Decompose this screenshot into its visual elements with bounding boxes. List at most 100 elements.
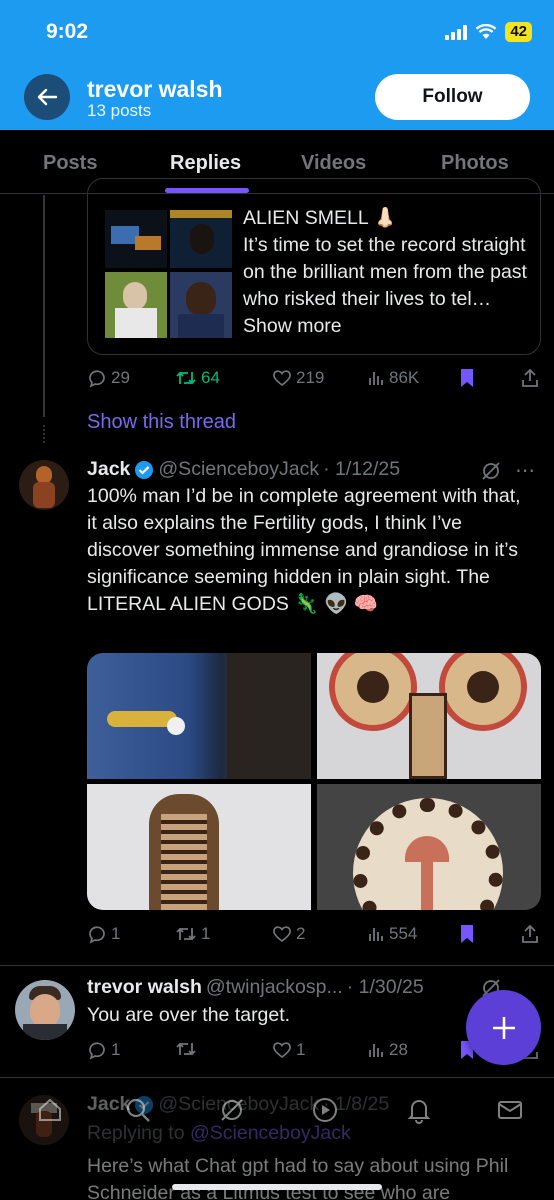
post-date: · 1/12/25 [323,458,401,480]
reply-button[interactable]: 1 [87,1040,120,1060]
post2-text: 100% man I’d be in complete agreement wi… [87,485,521,615]
post2-actions: 1 1 2 554 [87,924,541,948]
reply-icon [89,370,105,388]
post2-meta: Jack @ScienceboyJack · 1/12/25 [87,458,400,481]
media-image-2[interactable] [317,653,541,779]
video-icon[interactable] [311,1096,339,1124]
post2-media-grid[interactable] [87,653,541,910]
post3-meta: trevor walsh @twinjackosp... · 1/30/25 [87,976,424,999]
author-name[interactable]: trevor walsh [87,976,202,999]
more-icon[interactable]: ⋯ [515,458,535,483]
profile-header: 9:02 42 trevor walsh 13 posts Follow [0,0,554,130]
bookmark-icon [461,925,473,943]
quoted-post-body: It’s time to set the record straight on … [243,234,527,310]
author-name[interactable]: Jack [87,458,130,481]
bookmark-icon [461,369,473,387]
show-thread-link[interactable]: Show this thread [87,411,236,434]
quoted-post-text: ALIEN SMELL 👃🏻 It’s time to set the reco… [243,205,533,340]
messages-icon[interactable] [496,1096,524,1124]
video-thumbnail-1 [105,210,167,268]
bottom-nav [0,1090,554,1140]
divider [0,965,554,966]
notifications-icon[interactable] [405,1096,433,1124]
share-button[interactable] [521,924,539,944]
bookmark-button[interactable] [459,924,475,944]
views-icon [369,1044,383,1057]
like-icon [273,370,291,387]
share-button[interactable] [521,368,539,388]
tab-videos[interactable]: Videos [301,152,366,175]
like-icon [273,926,291,943]
back-button[interactable] [24,74,70,120]
views-button[interactable]: 554 [367,924,417,944]
reply-count: 29 [111,368,130,387]
status-icons: 42 [445,22,532,42]
thread-line-dotted [43,425,45,443]
reply-count: 1 [111,1040,121,1059]
tab-replies[interactable]: Replies [170,152,241,175]
quoted-post-title: ALIEN SMELL 👃🏻 [243,207,398,229]
views-button[interactable]: 86K [367,368,419,388]
cellular-signal-icon [445,24,468,40]
like-count: 219 [296,368,325,387]
wifi-icon [475,24,497,39]
verified-badge-icon [135,460,154,479]
battery-indicator: 42 [505,22,532,42]
like-icon [273,1042,291,1059]
media-image-3[interactable] [87,784,311,910]
home-icon[interactable] [36,1096,64,1124]
tab-posts[interactable]: Posts [43,152,97,175]
tab-photos[interactable]: Photos [441,152,509,175]
repost-button[interactable]: 1 [175,924,210,944]
video-thumbnail-3 [105,272,167,338]
grok-icon[interactable] [480,460,502,482]
repost-icon [176,1042,196,1056]
share-icon [522,924,538,943]
views-count: 554 [389,924,418,943]
reply-button[interactable]: 1 [87,924,120,944]
status-time: 9:02 [46,20,89,43]
bookmark-button[interactable] [459,368,475,388]
back-arrow-icon [37,88,57,106]
reply-count: 1 [111,924,121,943]
repost-button[interactable]: 64 [175,368,220,388]
post-date: · 1/30/25 [346,976,424,998]
author-handle: @ScienceboyJack [158,458,320,480]
views-count: 86K [389,368,420,387]
repost-icon [176,927,196,941]
avatar[interactable] [19,460,69,510]
video-thumbnail-2 [170,210,232,268]
compose-button[interactable] [466,990,541,1065]
repost-count: 64 [201,368,220,387]
views-count: 28 [389,1040,408,1059]
post1-actions: 29 64 219 86K [87,368,541,392]
repost-icon [176,371,196,385]
like-button[interactable]: 1 [272,1040,305,1060]
grok-nav-icon[interactable] [218,1096,246,1124]
thread-line [43,195,45,417]
share-icon [522,368,538,387]
views-icon [369,372,383,385]
follow-button[interactable]: Follow [375,74,530,120]
views-icon [369,928,383,941]
reply-icon [89,926,105,944]
like-button[interactable]: 2 [272,924,305,944]
media-image-4[interactable] [317,784,541,910]
search-icon[interactable] [124,1096,152,1124]
repost-button[interactable] [175,1040,201,1058]
author-handle: @twinjackosp... [205,976,343,998]
show-more-link[interactable]: Show more [243,315,342,337]
views-button[interactable]: 28 [367,1040,408,1060]
profile-post-count: 13 posts [87,101,152,120]
like-button[interactable]: 219 [272,368,324,388]
reply-button[interactable]: 29 [87,368,130,388]
home-indicator [172,1184,382,1190]
post3-text: You are over the target. [87,1004,291,1026]
reply-icon [89,1042,105,1060]
media-image-1[interactable] [87,653,311,779]
like-count: 2 [296,924,306,943]
compose-icon [492,1016,515,1039]
like-count: 1 [296,1040,306,1059]
repost-count: 1 [201,924,211,943]
avatar[interactable] [15,980,75,1040]
